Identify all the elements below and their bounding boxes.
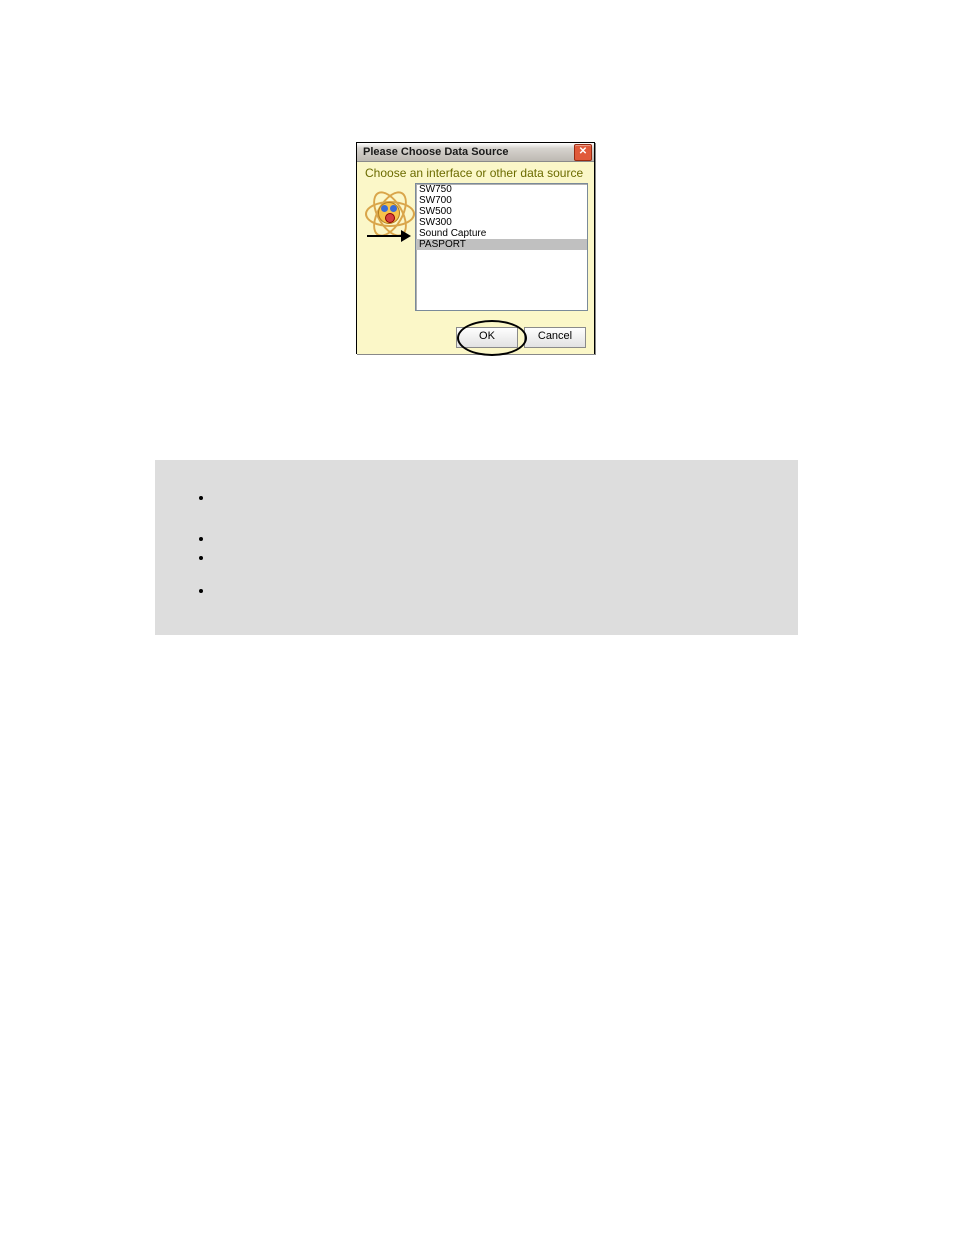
arrow-icon xyxy=(367,229,413,243)
bullet-item xyxy=(214,550,785,565)
list-item[interactable]: SW300 xyxy=(416,217,587,228)
bullet-list xyxy=(214,490,785,598)
list-item[interactable]: SW750 xyxy=(416,184,587,195)
close-button[interactable]: ✕ xyxy=(574,144,592,161)
data-source-listbox[interactable]: SW750 SW700 SW500 SW300 Sound Capture PA… xyxy=(415,183,588,311)
choose-data-source-dialog: Please Choose Data Source ✕ Choose an in… xyxy=(356,142,595,354)
instruction-panel-inner xyxy=(168,460,785,635)
bullet-item xyxy=(214,531,785,546)
dialog-content-row: SW750 SW700 SW500 SW300 Sound Capture PA… xyxy=(363,183,588,311)
dialog-body: Choose an interface or other data source… xyxy=(357,162,594,354)
bullet-item xyxy=(214,583,785,598)
close-icon: ✕ xyxy=(579,147,587,157)
dialog-button-row: OK Cancel xyxy=(456,327,586,348)
bullet-item xyxy=(214,490,785,505)
list-item[interactable]: SW700 xyxy=(416,195,587,206)
list-item[interactable]: SW500 xyxy=(416,206,587,217)
dialog-instruction: Choose an interface or other data source xyxy=(365,166,588,180)
list-item[interactable]: Sound Capture xyxy=(416,228,587,239)
dialog-titlebar[interactable]: Please Choose Data Source ✕ xyxy=(357,143,594,162)
cancel-button[interactable]: Cancel xyxy=(524,327,586,348)
dialog-title: Please Choose Data Source xyxy=(363,146,574,158)
list-item-selected[interactable]: PASPORT xyxy=(416,239,587,250)
instruction-panel xyxy=(155,460,798,635)
atom-mascot-icon xyxy=(363,185,413,239)
ok-button[interactable]: OK xyxy=(456,327,518,348)
